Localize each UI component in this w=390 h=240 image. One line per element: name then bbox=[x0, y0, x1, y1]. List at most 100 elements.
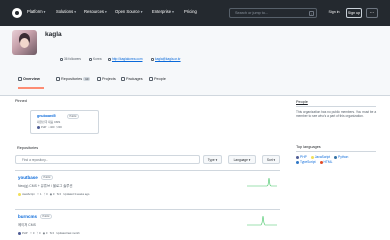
nav-label: Pricing bbox=[184, 9, 197, 14]
language-color-dot bbox=[37, 126, 40, 129]
pinned-repo-name[interactable]: gnuboard5 bbox=[37, 114, 56, 118]
org-header: kagla 36 followers Korea http://kaglakor… bbox=[0, 26, 390, 96]
people-empty-text: This organization has no public members.… bbox=[296, 110, 377, 119]
top-languages-list: PHP JavaScript Python TypeScript HTML bbox=[296, 155, 378, 165]
person-icon bbox=[149, 77, 153, 81]
pr-count[interactable]: 0 bbox=[53, 232, 55, 235]
followers-label: 36 followers bbox=[64, 57, 82, 61]
chevron-down-icon: ▾ bbox=[140, 10, 143, 14]
nav-resources[interactable]: Resources▾ bbox=[84, 9, 107, 14]
issue-count[interactable]: 0 bbox=[53, 193, 55, 196]
active-tab-underline bbox=[18, 87, 44, 89]
tab-label: Repositories bbox=[61, 77, 83, 81]
language-filter-label: Language bbox=[233, 158, 248, 162]
visibility-badge: Public bbox=[40, 214, 53, 219]
email-label: kagla@kagla.or.kr bbox=[155, 57, 181, 61]
search-input[interactable]: Search or jump to... / bbox=[229, 8, 317, 18]
chevron-down-icon: ▾ bbox=[43, 10, 46, 14]
language-link-html[interactable]: HTML bbox=[319, 160, 332, 164]
chevron-down-icon: ▾ bbox=[74, 10, 76, 14]
type-label: Type bbox=[207, 158, 215, 162]
language-link-php[interactable]: PHP bbox=[296, 155, 307, 159]
language-label: PHP bbox=[41, 126, 47, 130]
sort-label: Sort bbox=[266, 158, 273, 162]
language-link-javascript[interactable]: JavaScript bbox=[310, 155, 331, 159]
people-heading[interactable]: People bbox=[296, 100, 308, 104]
language-label: JavaScript bbox=[314, 155, 331, 159]
org-name: kagla bbox=[45, 31, 62, 38]
location-icon bbox=[89, 57, 92, 61]
repositories-heading: Repositories bbox=[17, 146, 39, 150]
fork-count[interactable]: 203 bbox=[57, 126, 61, 129]
package-icon bbox=[121, 77, 125, 81]
repo-name-link[interactable]: burncms bbox=[18, 214, 37, 219]
top-languages-heading: Top languages bbox=[296, 145, 321, 149]
repo-icon bbox=[56, 77, 60, 81]
language-label: PHP bbox=[300, 155, 307, 159]
pr-count[interactable]: 0 bbox=[60, 193, 62, 196]
nav-label: Open Source bbox=[115, 9, 140, 14]
tab-overview[interactable]: Overview bbox=[18, 77, 40, 81]
website-link[interactable]: http://kaglakorea.com bbox=[108, 57, 142, 61]
language-link-python[interactable]: Python bbox=[334, 155, 348, 159]
followers-link[interactable]: 36 followers bbox=[60, 57, 81, 61]
language-color-dot bbox=[319, 160, 323, 164]
filter-placeholder: Find a repository... bbox=[22, 158, 49, 162]
fork-count[interactable]: 0 bbox=[46, 193, 48, 196]
updated-time: Updated last month bbox=[56, 232, 80, 235]
nav-pricing[interactable]: Pricing bbox=[184, 9, 197, 14]
tab-packages[interactable]: Packages bbox=[121, 77, 143, 81]
pinned-heading: Pinned bbox=[15, 99, 27, 103]
chevron-down-icon: ▾ bbox=[105, 10, 107, 14]
slash-shortcut-key: / bbox=[309, 10, 314, 16]
tab-repositories[interactable]: Repositories 10 bbox=[56, 77, 91, 81]
more-options-icon[interactable]: ... bbox=[366, 8, 378, 18]
type-filter-button[interactable]: Type ▾ bbox=[203, 155, 222, 164]
nav-solutions[interactable]: Solutions▾ bbox=[56, 9, 76, 14]
star-count[interactable]: 1 bbox=[40, 193, 42, 196]
repository-filter-input[interactable]: Find a repository... bbox=[15, 155, 200, 164]
language-color-dot bbox=[18, 192, 21, 196]
visibility-badge: Public bbox=[41, 175, 54, 180]
star-count[interactable]: 0 bbox=[33, 232, 35, 235]
language-color-dot bbox=[18, 231, 21, 235]
nav-label: Resources bbox=[84, 9, 105, 14]
nav-platform[interactable]: Platform▾ bbox=[27, 9, 45, 14]
divider bbox=[296, 151, 376, 152]
language-color-dot bbox=[296, 160, 299, 164]
pinned-repo-card: gnuboard5 Public 대한민국 대표 CMS PHP ☆320 ᛉ2… bbox=[30, 110, 99, 134]
issue-count[interactable]: 0 bbox=[46, 232, 48, 235]
star-count[interactable]: 320 bbox=[50, 126, 54, 129]
mail-icon bbox=[151, 57, 154, 61]
nav-enterprise[interactable]: Enterprise▾ bbox=[152, 9, 174, 14]
language-color-dot bbox=[334, 155, 338, 159]
location: Korea bbox=[89, 57, 102, 61]
language-link-typescript[interactable]: TypeScript bbox=[296, 160, 316, 164]
repo-name-link[interactable]: youtbase bbox=[18, 175, 38, 180]
activity-sparkline bbox=[247, 177, 277, 187]
github-logo-icon[interactable] bbox=[12, 8, 22, 18]
nav-label: Platform bbox=[27, 9, 43, 14]
website-label: http://kaglakorea.com bbox=[112, 57, 143, 61]
location-label: Korea bbox=[93, 57, 102, 61]
language-label: PHP bbox=[22, 232, 28, 235]
pinned-repo-description: 대한민국 대표 CMS bbox=[37, 120, 61, 124]
sign-up-button[interactable]: Sign up bbox=[346, 8, 362, 18]
sign-in-link[interactable]: Sign in bbox=[327, 8, 341, 18]
chevron-down-icon: ▾ bbox=[172, 10, 174, 14]
tab-label: Projects bbox=[102, 77, 116, 81]
book-icon bbox=[18, 77, 22, 81]
tab-people[interactable]: People bbox=[149, 77, 166, 81]
people-icon bbox=[60, 57, 63, 61]
nav-open-source[interactable]: Open Source▾ bbox=[115, 9, 142, 14]
repo-meta: PHP ☆ 0 ᛉ 0 ◉ 0 ⇅ 0 Updated last month bbox=[18, 231, 80, 235]
fork-count[interactable]: 0 bbox=[39, 232, 41, 235]
link-icon bbox=[108, 57, 111, 61]
sort-button[interactable]: Sort ▾ bbox=[262, 155, 280, 164]
language-color-dot bbox=[310, 155, 314, 159]
email-link[interactable]: kagla@kagla.or.kr bbox=[151, 57, 181, 61]
list-item: burncms Public 메이저 CMS PHP ☆ 0 ᛉ 0 ◉ 0 ⇅… bbox=[15, 209, 280, 240]
tab-projects[interactable]: Projects bbox=[97, 77, 116, 81]
language-filter-button[interactable]: Language ▾ bbox=[228, 155, 256, 164]
top-navigation-bar: Platform▾ Solutions▾ Resources▾ Open Sou… bbox=[0, 0, 390, 26]
